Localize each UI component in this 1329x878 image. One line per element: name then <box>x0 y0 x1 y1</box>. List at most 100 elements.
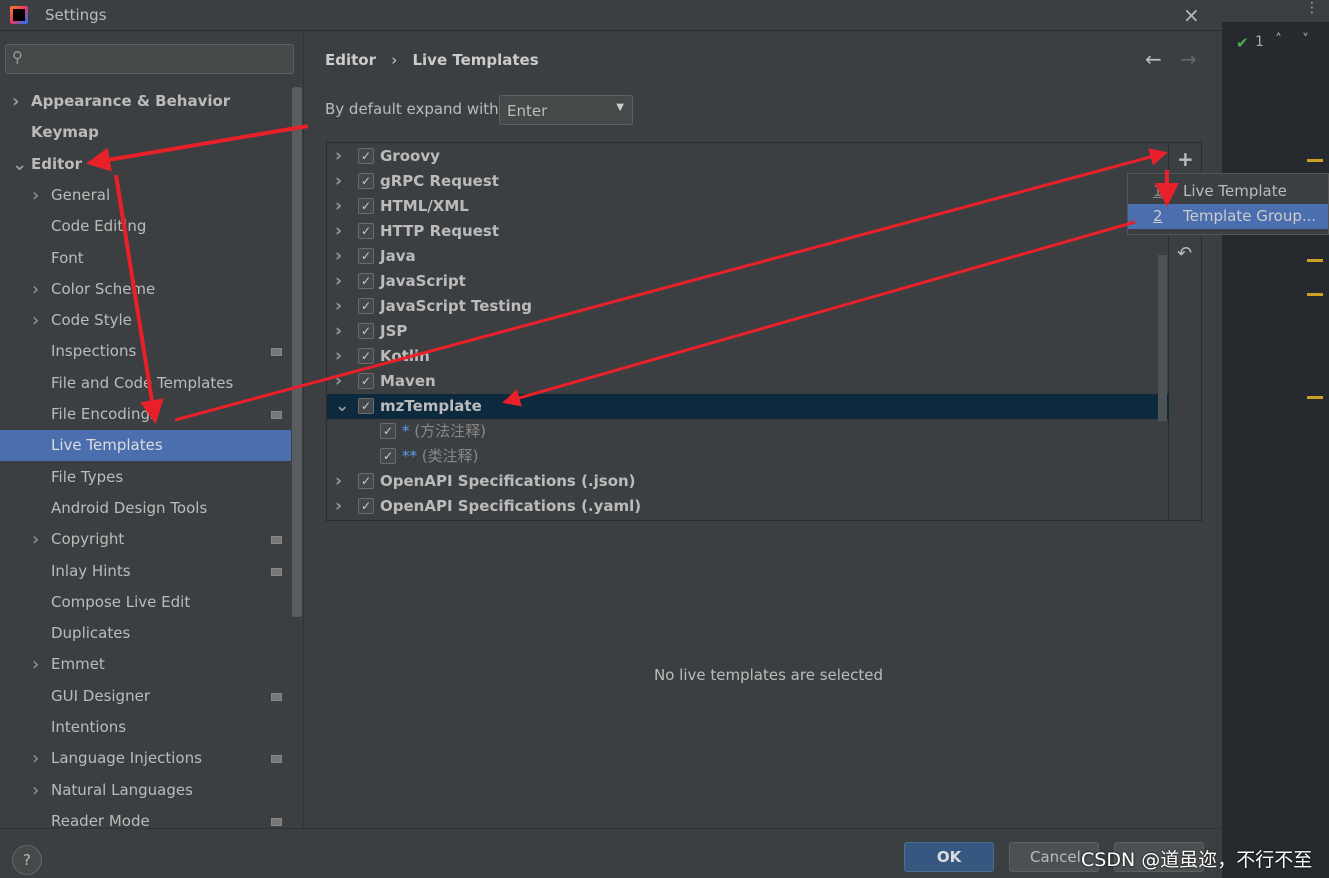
sidebar-item[interactable]: › Appearance & Behavior <box>0 86 291 117</box>
help-button[interactable]: ? <box>12 845 42 875</box>
sidebar-item[interactable]: Intentions <box>0 712 291 743</box>
breadcrumb-separator: › <box>391 51 398 69</box>
template-checkbox[interactable]: ✓ <box>358 148 374 164</box>
sidebar-item[interactable]: File Encodings <box>0 399 291 430</box>
template-group[interactable]: › ✓ OpenAPI Specifications (.yaml) <box>327 494 1169 519</box>
template-checkbox[interactable]: ✓ <box>358 298 374 314</box>
chevron-down-icon[interactable]: ˅ <box>1302 32 1309 48</box>
template-checkbox[interactable]: ✓ <box>358 473 374 489</box>
template-group[interactable]: › ✓ JavaScript <box>327 269 1169 294</box>
template-item[interactable]: ✓ ** (类注释) <box>327 444 1169 469</box>
sidebar-item[interactable]: › Code Style <box>0 305 291 336</box>
chevron-right-icon[interactable]: › <box>335 294 342 319</box>
template-checkbox[interactable]: ✓ <box>358 273 374 289</box>
close-icon[interactable]: × <box>1183 3 1200 27</box>
chevron-right-icon[interactable]: › <box>335 319 342 344</box>
chevron-right-icon[interactable]: › <box>335 219 342 244</box>
sidebar-item[interactable]: GUI Designer <box>0 681 291 712</box>
template-group[interactable]: › ✓ JSP <box>327 319 1169 344</box>
template-checkbox[interactable]: ✓ <box>358 223 374 239</box>
templates-scrollbar[interactable] <box>1158 255 1167 421</box>
template-checkbox[interactable]: ✓ <box>358 398 374 414</box>
sidebar-item[interactable]: File and Code Templates <box>0 368 291 399</box>
template-checkbox[interactable]: ✓ <box>358 498 374 514</box>
chevron-right-icon[interactable]: › <box>32 775 39 806</box>
template-checkbox[interactable]: ✓ <box>358 248 374 264</box>
chevron-right-icon[interactable]: › <box>335 244 342 269</box>
more-icon[interactable]: ⋮ <box>1305 0 1319 16</box>
settings-search-input[interactable]: ⚲ <box>5 44 294 74</box>
template-group[interactable]: › ✓ Maven <box>327 369 1169 394</box>
sidebar-scrollbar[interactable] <box>292 87 302 617</box>
chevron-right-icon[interactable]: › <box>12 86 19 117</box>
sidebar-item[interactable]: Live Templates <box>0 430 291 462</box>
template-group[interactable]: › ✓ Kotlin <box>327 344 1169 369</box>
add-icon[interactable]: + <box>1177 147 1194 171</box>
chevron-right-icon[interactable]: › <box>32 743 39 774</box>
chevron-right-icon[interactable]: › <box>335 344 342 369</box>
sidebar-item[interactable]: Inlay Hints <box>0 556 291 587</box>
sidebar-item[interactable]: Code Editing <box>0 211 291 242</box>
template-description: (类注释) <box>421 447 479 465</box>
forward-arrow-icon[interactable]: → <box>1180 47 1197 71</box>
sidebar-item[interactable]: › Language Injections <box>0 743 291 774</box>
sidebar-item[interactable]: › Emmet <box>0 649 291 680</box>
template-checkbox[interactable]: ✓ <box>358 348 374 364</box>
template-group[interactable]: › ✓ Java <box>327 244 1169 269</box>
template-group-label: JSP <box>380 322 408 340</box>
popup-item[interactable]: 1 Live Template <box>1128 179 1328 204</box>
sidebar-item[interactable]: › Natural Languages <box>0 775 291 806</box>
template-checkbox[interactable]: ✓ <box>380 423 396 439</box>
breadcrumb-parent[interactable]: Editor <box>325 51 376 69</box>
sidebar-item[interactable]: Compose Live Edit <box>0 587 291 618</box>
template-group[interactable]: › ✓ Groovy <box>327 144 1169 169</box>
template-checkbox[interactable]: ✓ <box>358 173 374 189</box>
chevron-right-icon[interactable]: › <box>335 269 342 294</box>
sidebar-item-label: Natural Languages <box>51 780 193 799</box>
sidebar-item[interactable]: ⌄ Editor <box>0 149 291 180</box>
project-scope-icon <box>271 692 282 701</box>
chevron-right-icon[interactable]: › <box>32 305 39 336</box>
sidebar-item-label: GUI Designer <box>51 686 150 705</box>
template-checkbox[interactable]: ✓ <box>358 323 374 339</box>
template-group[interactable]: › ✓ OpenAPI Specifications (.json) <box>327 469 1169 494</box>
template-checkbox[interactable]: ✓ <box>358 373 374 389</box>
sidebar-item[interactable]: Duplicates <box>0 618 291 649</box>
chevron-right-icon[interactable]: › <box>335 369 342 394</box>
sidebar-item[interactable]: Keymap <box>0 117 291 148</box>
chevron-down-icon[interactable]: ⌄ <box>335 394 349 419</box>
marker <box>1307 396 1323 399</box>
chevron-up-icon[interactable]: ˄ <box>1275 32 1282 48</box>
chevron-right-icon[interactable]: › <box>335 194 342 219</box>
sidebar-item-label: Font <box>51 248 84 267</box>
chevron-right-icon[interactable]: › <box>32 180 39 211</box>
sidebar-item[interactable]: › Copyright <box>0 524 291 555</box>
template-group[interactable]: › ✓ HTML/XML <box>327 194 1169 219</box>
template-group[interactable]: › ✓ JavaScript Testing <box>327 294 1169 319</box>
popup-item[interactable]: 2 Template Group... <box>1128 204 1328 229</box>
expand-with-select[interactable]: Enter ▼ <box>499 95 633 125</box>
template-group[interactable]: › ✓ HTTP Request <box>327 219 1169 244</box>
sidebar-item[interactable]: › General <box>0 180 291 211</box>
template-checkbox[interactable]: ✓ <box>358 198 374 214</box>
template-group[interactable]: › ✓ gRPC Request <box>327 169 1169 194</box>
restore-icon[interactable]: ↶ <box>1177 243 1192 264</box>
sidebar-item[interactable]: Font <box>0 243 291 274</box>
back-arrow-icon[interactable]: ← <box>1145 47 1162 71</box>
sidebar-item[interactable]: File Types <box>0 462 291 493</box>
chevron-right-icon[interactable]: › <box>32 274 39 305</box>
chevron-down-icon[interactable]: ⌄ <box>12 149 27 180</box>
sidebar-item[interactable]: Inspections <box>0 336 291 367</box>
sidebar-item[interactable]: Android Design Tools <box>0 493 291 524</box>
template-item[interactable]: ✓ * (方法注释) <box>327 419 1169 444</box>
ok-button[interactable]: OK <box>904 842 994 872</box>
chevron-right-icon[interactable]: › <box>335 144 342 169</box>
chevron-right-icon[interactable]: › <box>32 524 39 555</box>
template-group[interactable]: ⌄ ✓ mzTemplate <box>327 394 1169 419</box>
chevron-right-icon[interactable]: › <box>335 169 342 194</box>
chevron-right-icon[interactable]: › <box>32 649 39 680</box>
template-checkbox[interactable]: ✓ <box>380 448 396 464</box>
chevron-right-icon[interactable]: › <box>335 469 342 494</box>
chevron-right-icon[interactable]: › <box>335 494 342 519</box>
sidebar-item[interactable]: › Color Scheme <box>0 274 291 305</box>
